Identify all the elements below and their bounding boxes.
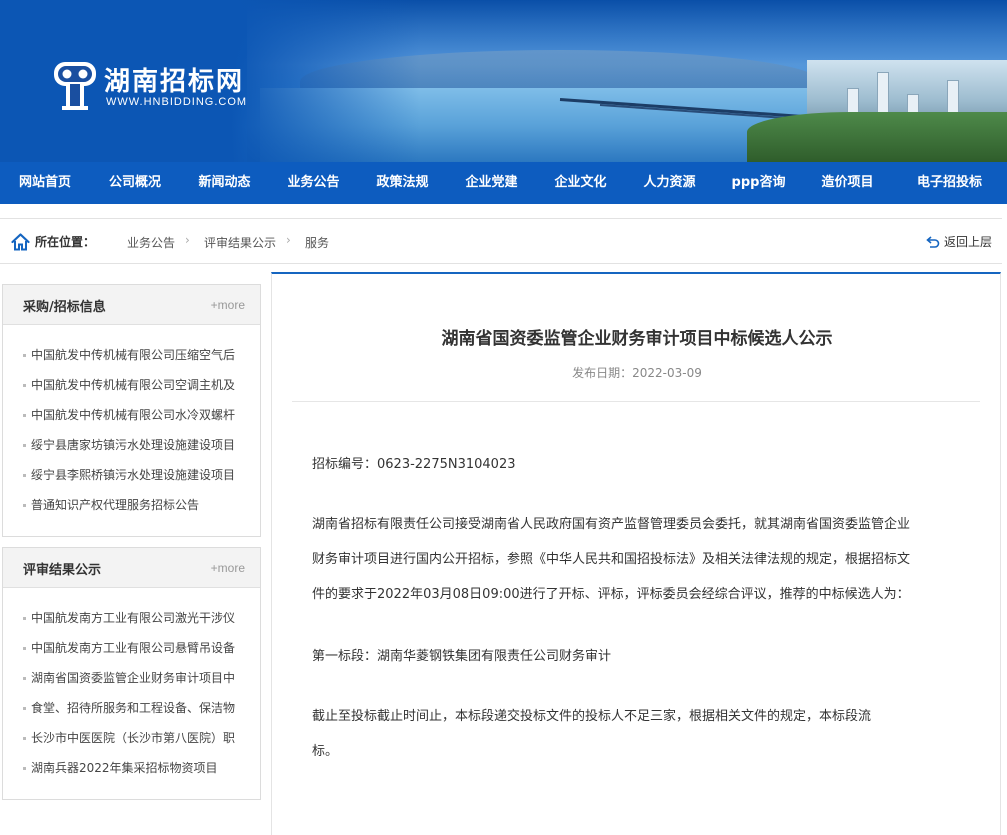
list-item[interactable]: 湖南兵器2022年集采招标物资项目 [3, 753, 260, 783]
return-icon [926, 235, 940, 249]
list-item[interactable]: 中国航发南方工业有限公司悬臂吊设备 [3, 633, 260, 663]
panel-header: 采购/招标信息 +more [3, 285, 260, 325]
article-paragraph: 湖南省招标有限责任公司接受湖南省人民政府国有资产监督管理委员会委托，就其湖南省国… [312, 517, 911, 602]
nav-item-news[interactable]: 新闻动态 [180, 162, 269, 204]
breadcrumb-current: 服务 [305, 236, 330, 250]
panel-title: 采购/招标信息 [23, 300, 106, 315]
panel-procurement: 采购/招标信息 +more 中国航发中传机械有限公司压缩空气后 中国航发中传机械… [2, 284, 261, 537]
list-item[interactable]: 湖南省国资委监管企业财务审计项目中 [3, 663, 260, 693]
nav-item-business[interactable]: 业务公告 [269, 162, 358, 204]
nav-item-party[interactable]: 企业党建 [447, 162, 536, 204]
list-item[interactable]: 食堂、招待所服务和工程设备、保洁物 [3, 693, 260, 723]
divider [292, 401, 980, 402]
banner-trees [747, 112, 1007, 162]
news-list: 中国航发中传机械有限公司压缩空气后 中国航发中传机械有限公司空调主机及 中国航发… [3, 325, 260, 520]
panel-header: 评审结果公示 +more [3, 548, 260, 588]
nav-item-company[interactable]: 公司概况 [90, 162, 180, 204]
panel-title: 评审结果公示 [23, 563, 102, 578]
location-label: 所在位置： [35, 235, 96, 249]
breadcrumb-link-results[interactable]: 评审结果公示 [204, 234, 276, 251]
list-item[interactable]: 长沙市中医医院（长沙市第八医院）职 [3, 723, 260, 753]
main-nav: 网站首页 公司概况 新闻动态 业务公告 政策法规 企业党建 企业文化 人力资源 … [0, 162, 1007, 204]
list-item[interactable]: 绥宁县唐家坊镇污水处理设施建设项目 [3, 430, 260, 460]
news-list: 中国航发南方工业有限公司激光干涉仪 中国航发南方工业有限公司悬臂吊设备 湖南省国… [3, 588, 260, 783]
list-item[interactable]: 普通知识产权代理服务招标公告 [3, 490, 260, 520]
site-url: WWW.HNBIDDING.COM [106, 96, 248, 108]
more-link[interactable]: +more [211, 561, 245, 575]
site-title[interactable]: 湖南招标网 [104, 61, 244, 98]
nav-item-culture[interactable]: 企业文化 [536, 162, 625, 204]
panel-results: 评审结果公示 +more 中国航发南方工业有限公司激光干涉仪 中国航发南方工业有… [2, 547, 261, 800]
article-paragraph: 截止至投标截止时间止，本标段递交投标文件的投标人不足三家，根据相关文件的规定，本… [312, 709, 872, 759]
list-item[interactable]: 中国航发中传机械有限公司空调主机及 [3, 370, 260, 400]
header-banner: 湖南招标网 WWW.HNBIDDING.COM [0, 0, 1007, 162]
breadcrumb-link-business[interactable]: 业务公告 [127, 234, 175, 251]
site-logo-icon[interactable] [52, 60, 98, 112]
nav-item-home[interactable]: 网站首页 [0, 162, 90, 204]
chevron-right-icon: › [286, 233, 291, 247]
nav-item-hr[interactable]: 人力资源 [625, 162, 714, 204]
back-label: 返回上层 [943, 235, 992, 249]
list-item[interactable]: 中国航发中传机械有限公司压缩空气后 [3, 340, 260, 370]
more-link[interactable]: +more [211, 298, 245, 312]
back-button[interactable]: 返回上层 [926, 233, 992, 250]
breadcrumb: 所在位置： 业务公告 › 评审结果公示 › 服务 返回上层 [0, 218, 1002, 264]
list-item[interactable]: 绥宁县李熙桥镇污水处理设施建设项目 [3, 460, 260, 490]
home-icon [11, 233, 30, 251]
nav-item-ebidding[interactable]: 电子招投标 [892, 162, 1007, 204]
nav-item-policy[interactable]: 政策法规 [358, 162, 447, 204]
publish-date: 发布日期：2022-03-09 [572, 366, 702, 380]
article-title: 湖南省国资委监管企业财务审计项目中标候选人公示 [441, 329, 833, 349]
lot-result: 第一标段：湖南华菱钢铁集团有限责任公司财务审计 [312, 649, 612, 664]
bid-number: 招标编号：0623-2275N3104023 [312, 457, 516, 472]
list-item[interactable]: 中国航发中传机械有限公司水冷双螺杆 [3, 400, 260, 430]
chevron-right-icon: › [185, 233, 190, 247]
list-item[interactable]: 中国航发南方工业有限公司激光干涉仪 [3, 603, 260, 633]
nav-item-cost[interactable]: 造价项目 [803, 162, 892, 204]
article-container: 湖南省国资委监管企业财务审计项目中标候选人公示 发布日期：2022-03-09 … [271, 272, 1001, 835]
nav-item-ppp[interactable]: ppp咨询 [714, 162, 803, 204]
